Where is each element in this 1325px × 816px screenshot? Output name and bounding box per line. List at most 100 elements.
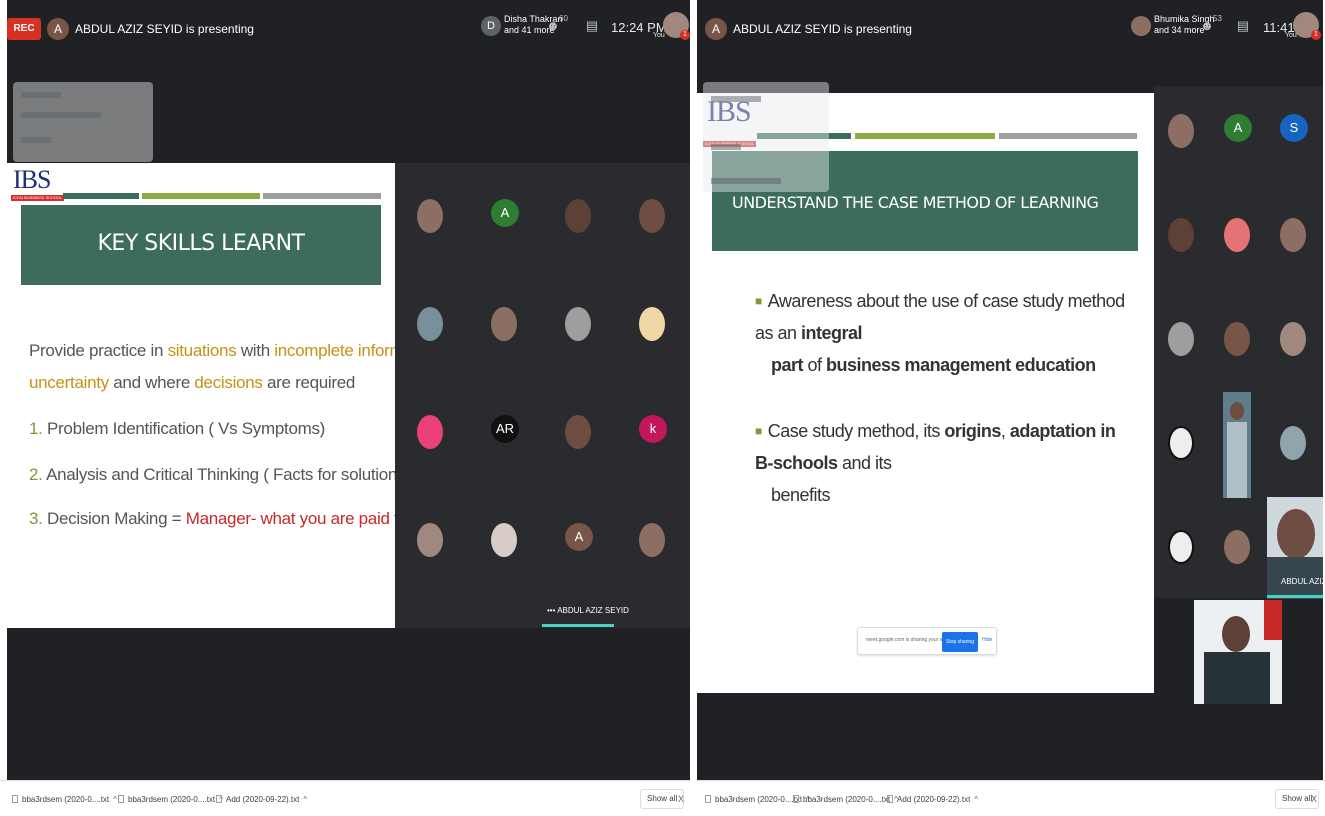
download-item[interactable]: bba3rdsem (2020-0....txt ^ <box>793 795 898 804</box>
chevron-up-icon[interactable]: ^ <box>303 795 307 804</box>
download-item[interactable]: bba3rdsem (2020-0....txt ^ <box>12 795 117 804</box>
video-tile[interactable] <box>1223 392 1251 498</box>
bullet-square-icon: ■ <box>755 294 762 308</box>
text: benefits <box>771 485 831 505</box>
list-number: 1. <box>29 419 43 438</box>
text: and its <box>837 453 892 473</box>
speaker-video-tile[interactable]: ABDUL AZIZ <box>1267 497 1323 599</box>
text: , <box>1000 421 1010 441</box>
participant-tile[interactable]: S <box>1280 114 1308 142</box>
participant-tile[interactable]: A <box>1224 114 1252 142</box>
video-background-object <box>1264 600 1282 640</box>
file-icon <box>12 795 18 803</box>
rec-badge: REC <box>7 18 41 40</box>
participant-tile[interactable]: A <box>565 523 593 551</box>
participant-tile[interactable] <box>639 199 665 233</box>
participant-tile[interactable] <box>639 523 665 557</box>
header-bar <box>142 193 260 199</box>
close-icon[interactable]: X <box>678 794 684 804</box>
file-icon <box>216 795 222 803</box>
overlay-line <box>711 178 781 184</box>
slide-title-banner: KEY SKILLS LEARNT <box>21 205 381 285</box>
people-avatar[interactable] <box>1131 16 1151 36</box>
chevron-up-icon[interactable]: ^ <box>113 795 117 804</box>
participant-tile[interactable] <box>1168 218 1194 252</box>
participant-tile[interactable] <box>417 199 443 233</box>
participant-tile[interactable] <box>417 523 443 557</box>
ibs-logo-subtitle: ICFAI BUSINESS SCHOOL <box>11 195 65 201</box>
participant-tile[interactable] <box>1280 322 1306 356</box>
header-bar <box>999 133 1137 139</box>
download-name: bba3rdsem (2020-0....txt <box>715 795 803 804</box>
presenter-status: ABDUL AZIZ SEYID is presenting <box>733 22 912 36</box>
participant-tile[interactable] <box>491 523 517 557</box>
text: with <box>236 341 275 360</box>
slide-title: UNDERSTAND THE CASE METHOD OF LEARNING <box>732 193 1099 212</box>
participant-count: 53 <box>1213 14 1222 23</box>
left-topbar: REC A ABDUL AZIZ SEYID is presenting D D… <box>7 0 690 60</box>
text: decisions <box>194 373 263 392</box>
list-text: Decision Making = <box>47 509 186 528</box>
participant-tile[interactable]: A <box>491 199 519 227</box>
overlay-line <box>21 112 101 118</box>
overlay-line <box>21 92 61 98</box>
text: business management education <box>826 355 1096 375</box>
speaker-name: ABDUL AZIZ SEYID <box>557 606 629 615</box>
screen-share-notice: meet.google.com is sharing your screen. … <box>857 627 997 655</box>
overlay-line <box>711 96 761 102</box>
list-text: Problem Identification ( Vs Symptoms) <box>47 419 326 438</box>
participant-tile[interactable] <box>1168 530 1194 564</box>
participant-tile[interactable] <box>417 307 443 341</box>
download-item[interactable]: bba3rdsem (2020-0....txt ^ <box>118 795 223 804</box>
overlay-line <box>711 144 741 150</box>
left-participant-grid: A AR k A <box>395 163 690 628</box>
download-item[interactable]: Add (2020-09-22).txt ^ <box>216 795 307 804</box>
participant-tile[interactable] <box>491 307 517 341</box>
hide-button[interactable]: Hide <box>982 637 992 643</box>
self-video-tile[interactable] <box>1194 600 1282 704</box>
bullet-square-icon: ■ <box>755 424 762 438</box>
chat-icon[interactable]: ▤ <box>1233 16 1253 36</box>
download-name: Add (2020-09-22).txt <box>226 795 300 804</box>
speaking-indicator <box>1267 595 1323 598</box>
participant-tile[interactable]: AR <box>491 415 519 443</box>
close-icon[interactable]: X <box>1311 794 1317 804</box>
participant-tile[interactable] <box>1224 530 1250 564</box>
video-person-head <box>1222 616 1250 652</box>
participant-tile[interactable] <box>639 307 665 341</box>
download-item[interactable]: Add (2020-09-22).txt ^ <box>887 795 978 804</box>
text: incomplete information, <box>274 341 395 360</box>
participant-tile[interactable] <box>565 199 591 233</box>
participant-tile[interactable] <box>565 415 591 449</box>
chevron-up-icon[interactable]: ^ <box>974 795 978 804</box>
participant-tile[interactable] <box>417 415 443 449</box>
text: integral <box>801 323 863 343</box>
participant-tile[interactable] <box>1168 426 1194 460</box>
participant-tile[interactable] <box>1224 218 1250 252</box>
text: situations <box>167 341 237 360</box>
slide-title: KEY SKILLS LEARNT <box>97 231 306 256</box>
text: Provide practice in <box>29 341 168 360</box>
speaker-name-tag: ABDUL AZIZ <box>1281 577 1323 586</box>
header-bar <box>855 133 995 139</box>
right-meet-window: A ABDUL AZIZ SEYID is presenting Bhumika… <box>697 0 1323 780</box>
participant-tile[interactable] <box>1168 114 1194 148</box>
participant-tile[interactable] <box>565 307 591 341</box>
left-download-bar: bba3rdsem (2020-0....txt ^ bba3rdsem (202… <box>0 780 690 816</box>
participant-tile[interactable] <box>1280 218 1306 252</box>
people-avatar[interactable]: D <box>481 16 501 36</box>
chat-icon[interactable]: ▤ <box>582 16 602 36</box>
intro-line-1: Provide practice in situations with inco… <box>29 341 395 361</box>
speaking-indicator <box>542 624 614 627</box>
divider <box>690 0 697 816</box>
list-number: 2. <box>29 465 43 484</box>
slide-bullet: ■ Case study method, its origins, adaptat… <box>755 415 1135 511</box>
participant-tile[interactable] <box>1224 322 1250 356</box>
participant-tile[interactable] <box>1280 426 1306 460</box>
list-highlight: Manager- what you are paid to do. <box>185 509 395 528</box>
participant-tile[interactable] <box>1168 322 1194 356</box>
stop-sharing-button[interactable]: Stop sharing <box>942 632 978 652</box>
file-icon <box>118 795 124 803</box>
self-label: You <box>653 32 665 39</box>
participant-tile[interactable]: k <box>639 415 667 443</box>
